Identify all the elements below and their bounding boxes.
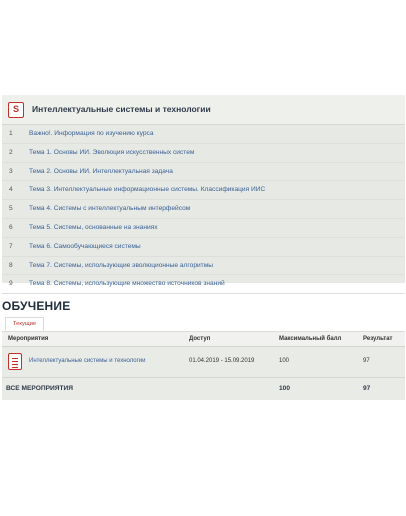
- column-header-result: Результат: [363, 336, 393, 342]
- topic-link[interactable]: Тема 8. Системы, использующие множество …: [29, 280, 225, 287]
- topic-number: 7: [9, 242, 13, 250]
- column-header-events: Мероприятия: [8, 336, 49, 342]
- topic-row[interactable]: 3 Тема 2. Основы ИИ. Интеллектуальная за…: [2, 163, 405, 182]
- topic-number: 1: [9, 130, 13, 137]
- table-header: Мероприятия Доступ Максимальный балл Рез…: [2, 332, 405, 347]
- topic-link[interactable]: Тема 2. Основы ИИ. Интеллектуальная зада…: [29, 168, 173, 175]
- topic-number: 6: [9, 223, 13, 231]
- topic-link[interactable]: Тема 7. Системы, использующие эволюционн…: [29, 262, 213, 269]
- total-label: ВСЕ МЕРОПРИЯТИЯ: [6, 385, 73, 392]
- course-header: S Интеллектуальные системы и технологии: [2, 95, 405, 125]
- topic-link[interactable]: Тема 4. Системы с интеллектуальным интер…: [29, 205, 190, 212]
- column-header-max-score: Максимальный балл: [279, 336, 342, 342]
- topic-row[interactable]: 8 Тема 7. Системы, использующие эволюцио…: [2, 257, 405, 276]
- course-title: Интеллектуальные системы и технологии: [32, 104, 211, 114]
- topic-row[interactable]: 6 Тема 5. Системы, основанные на знаниях: [2, 219, 405, 238]
- topic-row[interactable]: 9 Тема 8. Системы, использующие множеств…: [2, 275, 405, 295]
- course-document-icon: S: [8, 102, 24, 118]
- topic-link[interactable]: Тема 5. Системы, основанные на знаниях: [29, 224, 158, 231]
- topic-row[interactable]: 1 Важно!. Информация по изучению курса: [2, 125, 405, 144]
- total-result: 97: [363, 385, 371, 392]
- learning-tabs: Текущие: [2, 317, 405, 332]
- topic-number: 5: [9, 205, 13, 213]
- topic-row[interactable]: 2 Тема 1. Основы ИИ. Эволюция искусствен…: [2, 144, 405, 163]
- event-course-link[interactable]: Интеллектуальные системы и технологии: [29, 358, 146, 364]
- result-value: 97: [363, 358, 370, 364]
- topic-link[interactable]: Важно!. Информация по изучению курса: [29, 130, 154, 137]
- topic-list: 1 Важно!. Информация по изучению курса 2…: [2, 125, 405, 295]
- total-max-score: 100: [279, 385, 291, 392]
- topic-row[interactable]: 5 Тема 4. Системы с интеллектуальным инт…: [2, 200, 405, 219]
- topic-number: 9: [9, 280, 13, 288]
- grades-table: Мероприятия Доступ Максимальный балл Рез…: [2, 332, 405, 400]
- topic-row[interactable]: 4 Тема 3. Интеллектуальные информационны…: [2, 181, 405, 201]
- topic-number: 8: [9, 261, 13, 269]
- topic-link[interactable]: Тема 6. Самообучающиеся системы: [29, 243, 141, 250]
- access-dates: 01.04.2019 - 15.09.2019: [189, 358, 255, 364]
- topic-number: 3: [9, 167, 13, 175]
- topic-row[interactable]: 7 Тема 6. Самообучающиеся системы: [2, 238, 405, 257]
- document-list-icon: [8, 353, 22, 370]
- max-score-value: 100: [279, 358, 290, 364]
- total-row: ВСЕ МЕРОПРИЯТИЯ 100 97: [2, 378, 405, 400]
- topic-number: 2: [9, 148, 13, 156]
- topic-link[interactable]: Тема 3. Интеллектуальные информационные …: [29, 186, 265, 193]
- topic-number: 4: [9, 186, 13, 194]
- table-row[interactable]: Интеллектуальные системы и технологии 01…: [2, 347, 405, 378]
- column-header-access: Доступ: [189, 336, 211, 342]
- topic-link[interactable]: Тема 1. Основы ИИ. Эволюция искусственны…: [29, 149, 194, 156]
- course-card: S Интеллектуальные системы и технологии …: [2, 95, 405, 295]
- learning-section-title: ОБУЧЕНИЕ: [2, 299, 71, 313]
- tab-current[interactable]: Текущие: [5, 317, 44, 331]
